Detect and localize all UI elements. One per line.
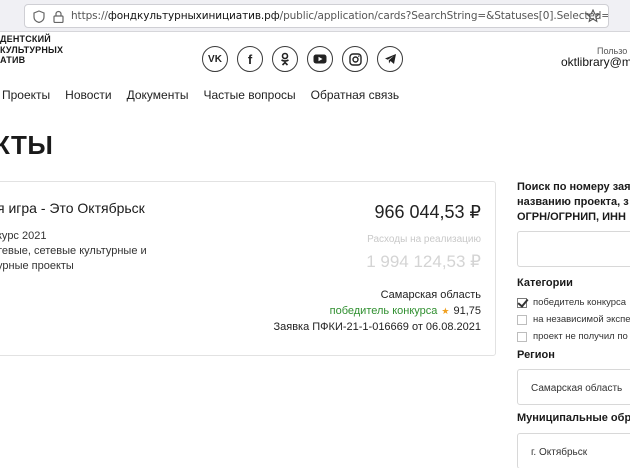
project-region: Самарская область xyxy=(380,289,481,301)
social-links: VK f xyxy=(202,46,403,72)
nav-item-news[interactable]: Новости xyxy=(65,88,111,102)
youtube-icon[interactable] xyxy=(307,46,333,72)
category-label: на независимой экспе xyxy=(533,314,630,325)
bookmark-star-icon[interactable] xyxy=(586,9,600,23)
nav-item-faq[interactable]: Частые вопросы xyxy=(203,88,295,102)
project-score: 91,75 xyxy=(453,305,481,317)
category-label: победитель конкурса xyxy=(533,297,627,308)
expense-label: Расходы на реализацию xyxy=(367,234,481,245)
search-label: Поиск по номеру зая названию проекта, з … xyxy=(517,180,630,225)
grant-amount: 966 044,53 ₽ xyxy=(374,202,481,222)
lock-icon[interactable] xyxy=(53,10,64,23)
category-not-supported[interactable]: проект не получил по xyxy=(517,331,628,342)
shield-icon[interactable] xyxy=(33,10,45,23)
checkbox-checked[interactable] xyxy=(517,297,527,308)
project-contest: курс 2021 xyxy=(0,230,47,242)
vk-icon[interactable]: VK xyxy=(202,46,228,72)
logo-line: КУЛЬТУРНЫХ xyxy=(0,44,64,55)
status-row: победитель конкурса ★ 91,75 xyxy=(330,305,481,317)
facebook-icon-label: f xyxy=(247,51,253,67)
category-expertise[interactable]: на независимой экспе xyxy=(517,314,630,325)
star-icon: ★ xyxy=(441,305,450,316)
url-text: https://фондкультурныхинициатив.рф/publi… xyxy=(71,10,608,22)
status-badge: победитель конкурса xyxy=(329,305,438,317)
expense-amount: 1 994 124,53 ₽ xyxy=(366,252,481,271)
nav-item-projects[interactable]: Проекты xyxy=(2,88,50,102)
user-email[interactable]: oktlibrary@m xyxy=(561,55,630,69)
search-label-line: названию проекта, з xyxy=(517,196,629,208)
municipality-label: Муниципальные обр xyxy=(517,412,630,424)
checkbox[interactable] xyxy=(517,314,527,325)
application-number: Заявка ПФКИ-21-1-016669 от 06.08.2021 xyxy=(273,321,481,333)
address-bar[interactable]: https://фондкультурныхинициатив.рф/publi… xyxy=(24,4,609,28)
project-card[interactable]: я игра - Это Октябрьск курс 2021 тевые, … xyxy=(0,181,496,356)
browser-toolbar: https://фондкультурныхинициатив.рф/publi… xyxy=(0,0,630,32)
project-direction: тевые, сетевые культурные и xyxy=(0,245,147,257)
project-title[interactable]: я игра - Это Октябрьск xyxy=(0,200,145,216)
search-input[interactable] xyxy=(517,231,630,267)
search-label-line: ОГРН/ОГРНИП, ИНН xyxy=(517,211,626,223)
instagram-icon[interactable] xyxy=(342,46,368,72)
vk-icon-label: VK xyxy=(208,53,222,65)
site-logo[interactable]: ДЕНТСКИЙ КУЛЬТУРНЫХ АТИВ xyxy=(0,34,63,66)
municipality-select[interactable]: г. Октябрьск xyxy=(517,433,630,468)
nav-item-documents[interactable]: Документы xyxy=(127,88,189,102)
region-label: Регион xyxy=(517,349,555,361)
region-select[interactable]: Самарская область xyxy=(517,369,630,405)
main-nav: Проекты Новости Документы Частые вопросы… xyxy=(2,88,414,102)
category-label: проект не получил по xyxy=(533,331,628,342)
nav-item-feedback[interactable]: Обратная связь xyxy=(311,88,399,102)
search-label-line: Поиск по номеру зая xyxy=(517,181,630,193)
logo-line: АТИВ xyxy=(0,55,26,65)
facebook-icon[interactable]: f xyxy=(237,46,263,72)
project-direction-cont: урные проекты xyxy=(0,260,74,272)
categories-label: Категории xyxy=(517,277,573,289)
telegram-icon[interactable] xyxy=(377,46,403,72)
logo-line: ДЕНТСКИЙ xyxy=(0,34,51,44)
category-winner[interactable]: победитель конкурса xyxy=(517,297,626,308)
odnoklassniki-icon[interactable] xyxy=(272,46,298,72)
checkbox[interactable] xyxy=(517,331,527,342)
page-title: КТЫ xyxy=(0,130,54,160)
